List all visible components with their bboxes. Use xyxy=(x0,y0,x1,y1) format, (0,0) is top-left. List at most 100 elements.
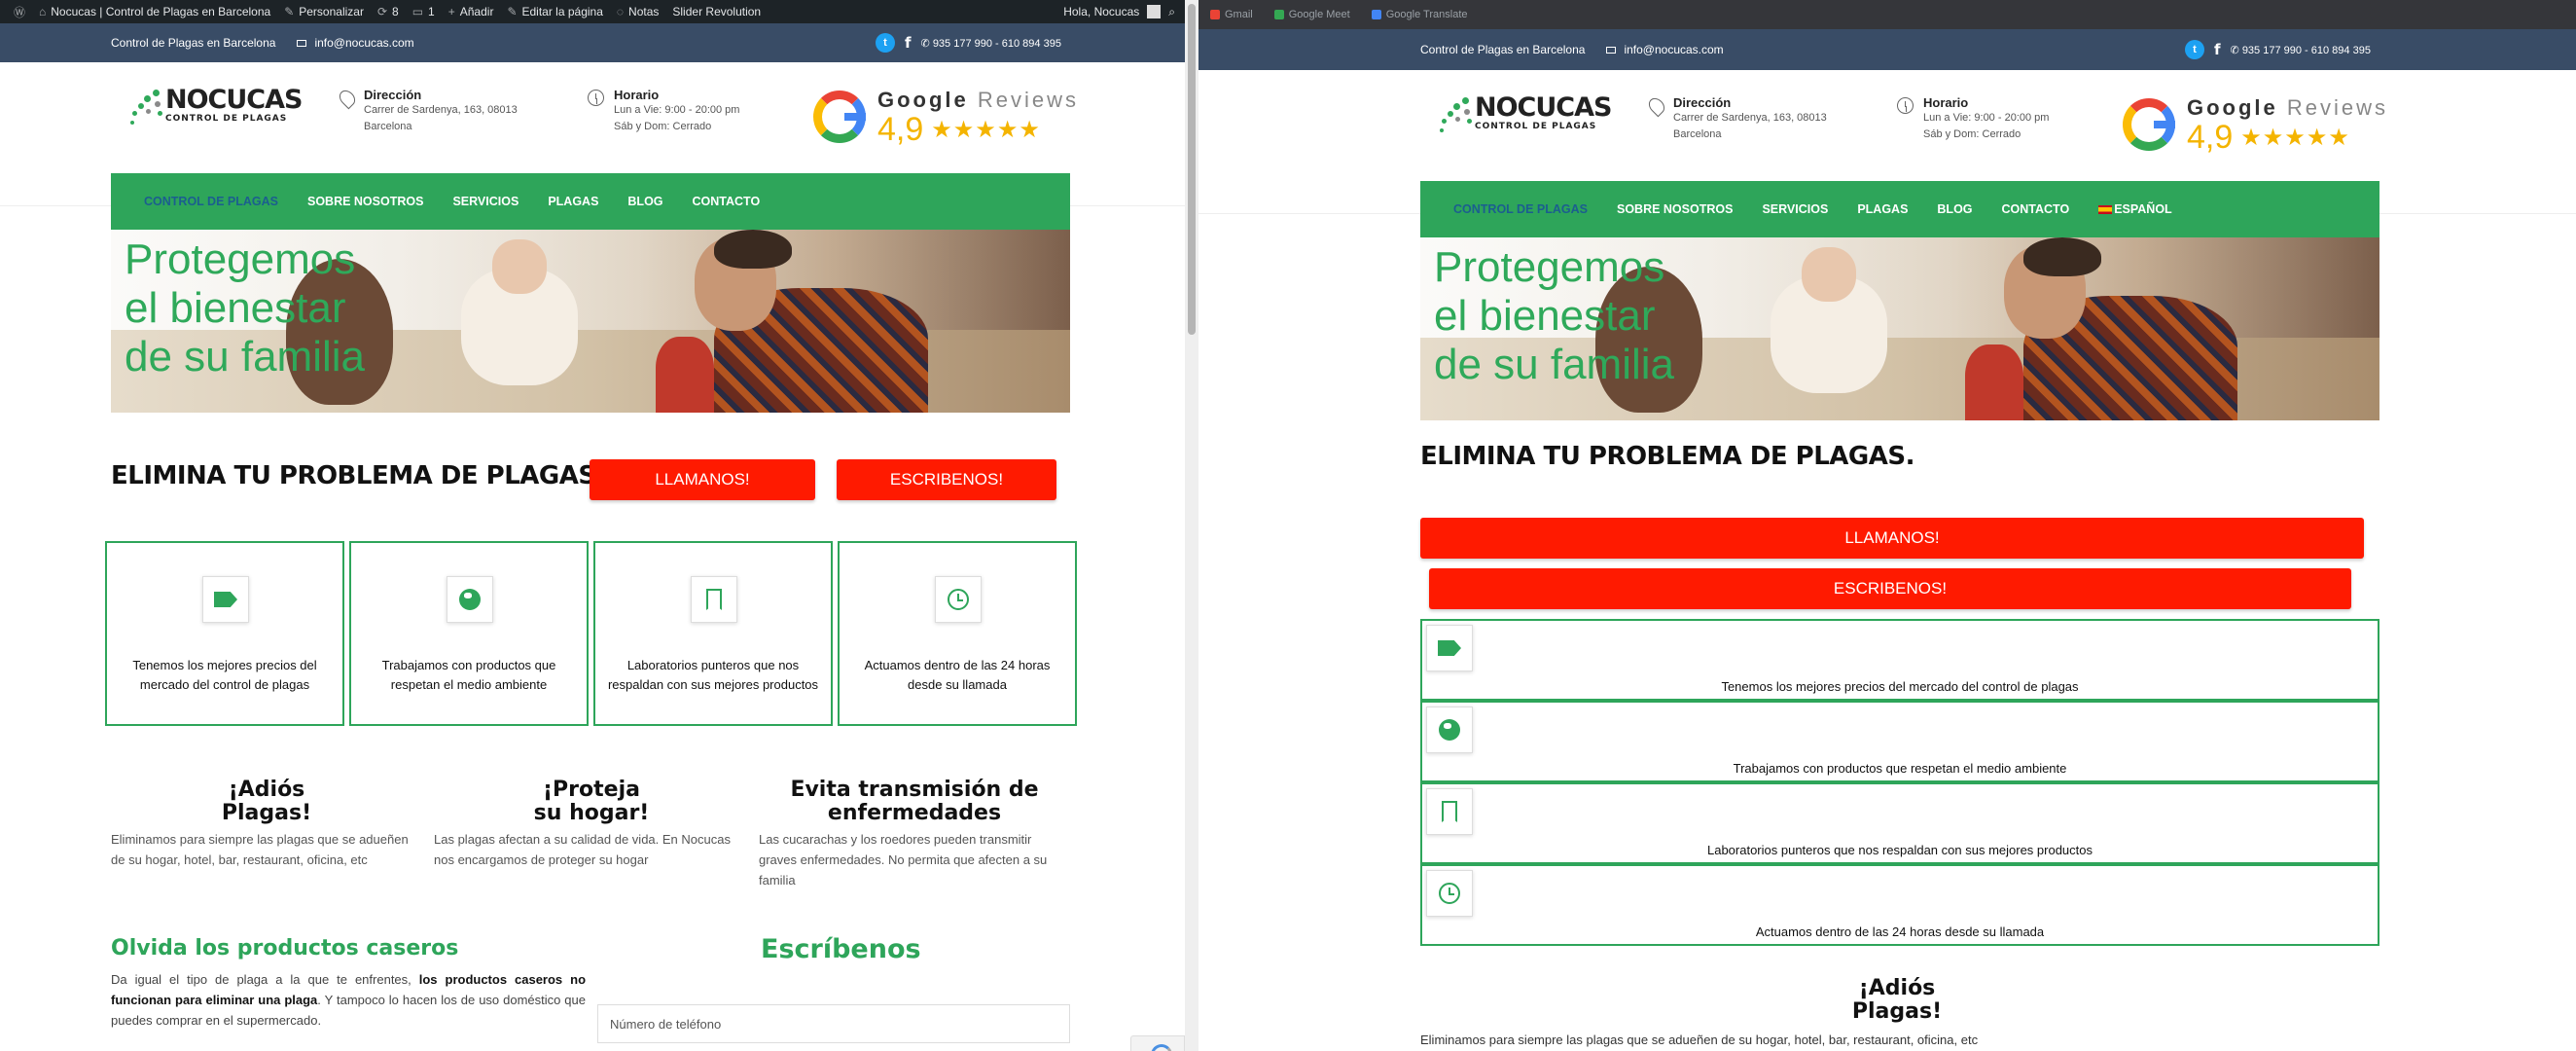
admin-site-name[interactable]: ⌂ Nocucas | Control de Plagas en Barcelon… xyxy=(39,5,270,18)
feature-card: Laboratorios punteros que nos respaldan … xyxy=(593,541,833,726)
gmail-icon xyxy=(1210,10,1220,19)
homemade-text: Da igual el tipo de plaga a la que te en… xyxy=(111,972,587,1028)
google-reviews-badge[interactable]: Google Reviews 4,9 ★★★★★ xyxy=(813,88,1079,146)
phone-input[interactable]: Número de teléfono xyxy=(597,1004,1070,1043)
bookmark-meet[interactable]: Google Meet xyxy=(1273,9,1350,20)
top-tagline: Control de Plagas en Barcelona xyxy=(111,36,276,50)
hero-banner: Protegemos el bienestar de su familia xyxy=(111,230,1070,413)
plus-icon: + xyxy=(447,5,455,18)
nav-item-control-de-plagas[interactable]: CONTROL DE PLAGAS xyxy=(1453,202,1588,216)
rating-value: 4,9 xyxy=(877,111,924,148)
call-button[interactable]: LLAMANOS! xyxy=(1420,518,2364,559)
comment-icon: ▭ xyxy=(411,5,424,18)
main-nav: CONTROL DE PLAGAS SOBRE NOSOTROS SERVICI… xyxy=(111,173,1070,230)
admin-comments[interactable]: ▭ 1 xyxy=(412,5,435,18)
star-icon: ★★★★★ xyxy=(931,116,1041,143)
nav-item-blog[interactable]: BLOG xyxy=(1937,202,1972,216)
clock-icon xyxy=(948,589,969,610)
search-icon[interactable]: ⌕ xyxy=(1168,5,1175,19)
benefit-title: Evita transmisión de enfermedades xyxy=(790,778,1039,825)
nav-item-contacto[interactable]: CONTACTO xyxy=(2002,202,2070,216)
twitter-icon[interactable]: t xyxy=(2185,40,2204,59)
nav-item-control-de-plagas[interactable]: CONTROL DE PLAGAS xyxy=(144,195,278,208)
site-logo[interactable]: NOCUCAS CONTROL DE PLAGAS xyxy=(128,82,303,128)
write-button[interactable]: ESCRIBENOS! xyxy=(1429,568,2351,609)
nav-item-plagas[interactable]: PLAGAS xyxy=(548,195,598,208)
rating-value: 4,9 xyxy=(2187,119,2234,156)
admin-customize[interactable]: ✎ Personalizar xyxy=(284,5,364,18)
google-reviews-badge[interactable]: Google Reviews 4,9 ★★★★★ xyxy=(2123,95,2388,154)
recaptcha-badge[interactable] xyxy=(1130,1035,1185,1051)
refresh-icon: ⟳ xyxy=(376,5,388,18)
clock-icon xyxy=(1897,97,1914,114)
write-button[interactable]: ESCRIBENOS! xyxy=(837,459,1056,500)
feature-card: Actuamos dentro de las 24 horas desde su… xyxy=(1420,864,2379,946)
globe-icon xyxy=(459,589,481,610)
contact-form-title: Escríbenos xyxy=(761,934,921,964)
price-tag-icon xyxy=(214,592,237,607)
top-strip: Control de Plagas en Barcelona info@nocu… xyxy=(0,23,1185,62)
map-pin-icon xyxy=(336,87,359,110)
wp-admin-bar: Ⓦ ⌂ Nocucas | Control de Plagas en Barcel… xyxy=(0,0,1185,23)
admin-add-new[interactable]: + Añadir xyxy=(448,5,494,18)
admin-greeting[interactable]: Hola, Nocucas xyxy=(1063,5,1139,18)
bookmark-icon xyxy=(1442,801,1457,822)
hero-banner: Protegemos el bienestar de su familia xyxy=(1420,237,2379,420)
hero-title: Protegemos el bienestar de su familia xyxy=(1434,243,1675,388)
globe-icon xyxy=(1439,719,1460,741)
brush-icon: ✎ xyxy=(284,5,295,18)
translate-icon xyxy=(1371,10,1381,19)
facebook-icon[interactable]: f xyxy=(2214,41,2221,58)
address-block: Dirección Carrer de Sardenya, 163, 08013… xyxy=(1645,94,1827,143)
nav-item-servicios[interactable]: SERVICIOS xyxy=(452,195,519,208)
nav-item-sobre-nosotros[interactable]: SOBRE NOSOTROS xyxy=(307,195,423,208)
envelope-icon xyxy=(297,39,307,47)
admin-notes[interactable]: ◌ Notas xyxy=(617,5,660,18)
spain-flag-icon xyxy=(2098,205,2113,215)
price-tag-icon xyxy=(1438,640,1461,656)
avatar[interactable] xyxy=(1147,5,1162,18)
nav-item-language[interactable]: ESPAÑOL xyxy=(2098,202,2172,216)
bookmark-gmail[interactable]: Gmail xyxy=(1210,9,1253,20)
facebook-icon[interactable]: f xyxy=(905,34,912,52)
bookmark-translate[interactable]: Google Translate xyxy=(1371,9,1468,20)
top-phone[interactable]: ✆ 935 177 990 - 610 894 395 xyxy=(921,37,1061,50)
google-logo-icon xyxy=(2123,98,2175,151)
main-nav: CONTROL DE PLAGAS SOBRE NOSOTROS SERVICI… xyxy=(1420,181,2379,237)
admin-slider[interactable]: Slider Revolution xyxy=(672,5,761,18)
clock-icon xyxy=(588,90,604,106)
feature-card: Actuamos dentro de las 24 horas desde su… xyxy=(838,541,1077,726)
pencil-icon: ✎ xyxy=(507,5,518,18)
address-block: Dirección Carrer de Sardenya, 163, 08013… xyxy=(336,87,518,135)
top-phone[interactable]: ✆ 935 177 990 - 610 894 395 xyxy=(2231,44,2371,56)
cta-heading: ELIMINA TU PROBLEMA DE PLAGAS. xyxy=(111,461,605,490)
top-email[interactable]: info@nocucas.com xyxy=(1606,43,1724,56)
twitter-icon[interactable]: t xyxy=(876,33,895,53)
logo-sub: CONTROL DE PLAGAS xyxy=(165,114,288,124)
benefit-text: Las cucarachas y los roedores pueden tra… xyxy=(759,832,1048,888)
bookmark-icon xyxy=(706,589,722,610)
benefit-text: Eliminamos para siempre las plagas que s… xyxy=(111,832,409,867)
benefit-title: ¡Adiós Plagas! xyxy=(1851,976,1943,1024)
call-button[interactable]: LLAMANOS! xyxy=(590,459,815,500)
wordpress-logo-icon[interactable]: Ⓦ xyxy=(14,4,25,20)
feature-card: Trabajamos con productos que respetan el… xyxy=(1420,701,2379,782)
logo-dots-icon xyxy=(1438,90,1475,136)
nav-item-servicios[interactable]: SERVICIOS xyxy=(1762,202,1828,216)
left-scrollbar[interactable] xyxy=(1185,0,1199,1051)
nav-item-blog[interactable]: BLOG xyxy=(627,195,662,208)
benefit-text: Eliminamos para siempre las plagas que s… xyxy=(1420,1033,1979,1047)
top-email[interactable]: info@nocucas.com xyxy=(297,36,414,50)
nav-item-sobre-nosotros[interactable]: SOBRE NOSOTROS xyxy=(1617,202,1733,216)
nav-item-plagas[interactable]: PLAGAS xyxy=(1857,202,1908,216)
cta-heading: ELIMINA TU PROBLEMA DE PLAGAS. xyxy=(1420,442,1914,471)
admin-updates[interactable]: ⟳ 8 xyxy=(377,5,399,18)
homemade-title: Olvida los productos caseros xyxy=(111,936,459,960)
feature-card: Tenemos los mejores precios del mercado … xyxy=(105,541,344,726)
nav-item-contacto[interactable]: CONTACTO xyxy=(693,195,761,208)
home-icon: ⌂ xyxy=(39,5,47,18)
hero-title: Protegemos el bienestar de su familia xyxy=(125,236,366,381)
admin-edit-page[interactable]: ✎ Editar la página xyxy=(507,5,602,18)
right-browser-window: Gmail Google Meet Google Translate Contr… xyxy=(1199,0,2576,1051)
site-logo[interactable]: NOCUCAS CONTROL DE PLAGAS xyxy=(1438,90,1612,136)
